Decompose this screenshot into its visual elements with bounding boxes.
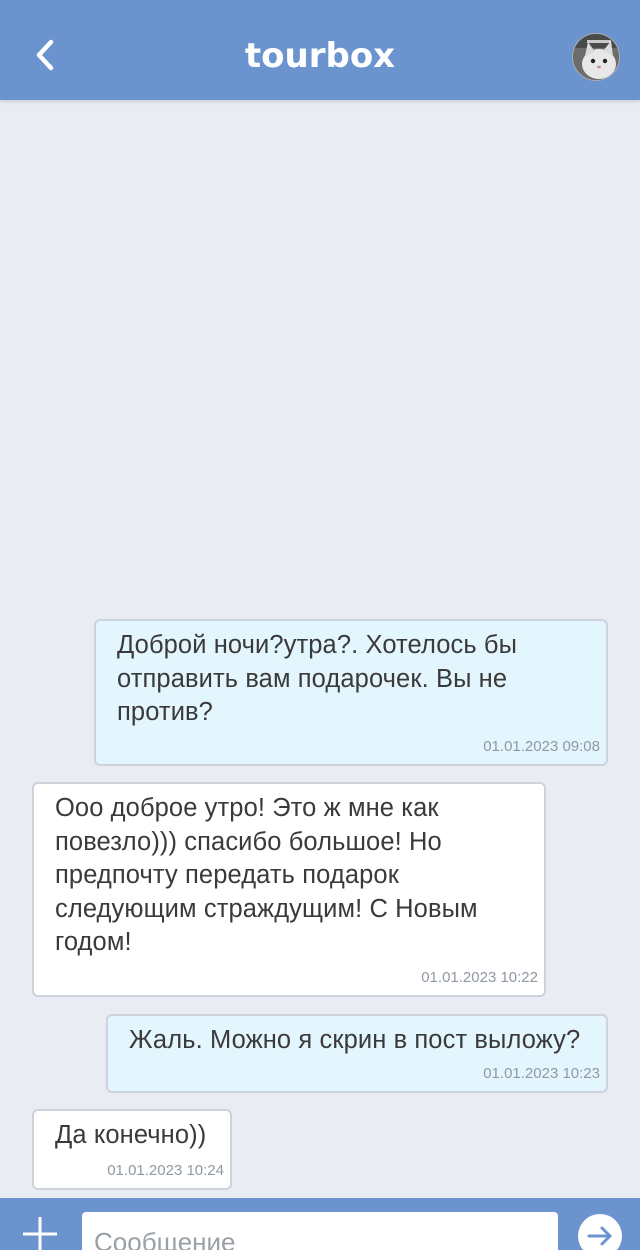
- message-timestamp: 01.01.2023 10:22: [421, 969, 538, 986]
- send-button[interactable]: [578, 1214, 622, 1250]
- message-timestamp: 01.01.2023 09:08: [483, 738, 600, 755]
- message-text: Доброй ночи?утра?. Хотелось бы отправить…: [117, 631, 518, 726]
- message-composer: [0, 1198, 640, 1250]
- contact-avatar[interactable]: [572, 33, 620, 81]
- message-timestamp: 01.01.2023 10:24: [107, 1162, 224, 1179]
- message-bubble-incoming[interactable]: Ооо доброе утро! Это ж мне как повезло))…: [32, 782, 546, 997]
- plus-icon: [23, 1217, 57, 1250]
- message-text: Ооо доброе утро! Это ж мне как повезло))…: [55, 794, 478, 956]
- chat-title: tourbox: [244, 36, 396, 76]
- message-text: Да конечно)): [55, 1121, 207, 1149]
- message-input[interactable]: [82, 1212, 558, 1250]
- app-header: tourbox: [0, 0, 640, 100]
- message-bubble-outgoing[interactable]: Жаль. Можно я скрин в пост выложу? 01.01…: [106, 1014, 608, 1093]
- message-bubble-outgoing[interactable]: Доброй ночи?утра?. Хотелось бы отправить…: [94, 619, 608, 766]
- message-timestamp: 01.01.2023 10:23: [483, 1065, 600, 1082]
- attach-button[interactable]: [20, 1214, 60, 1250]
- message-bubble-incoming[interactable]: Да конечно)) 01.01.2023 10:24: [32, 1109, 232, 1190]
- cat-avatar: [573, 34, 619, 80]
- message-text: Жаль. Можно я скрин в пост выложу?: [129, 1026, 581, 1054]
- arrow-right-icon: [587, 1226, 612, 1246]
